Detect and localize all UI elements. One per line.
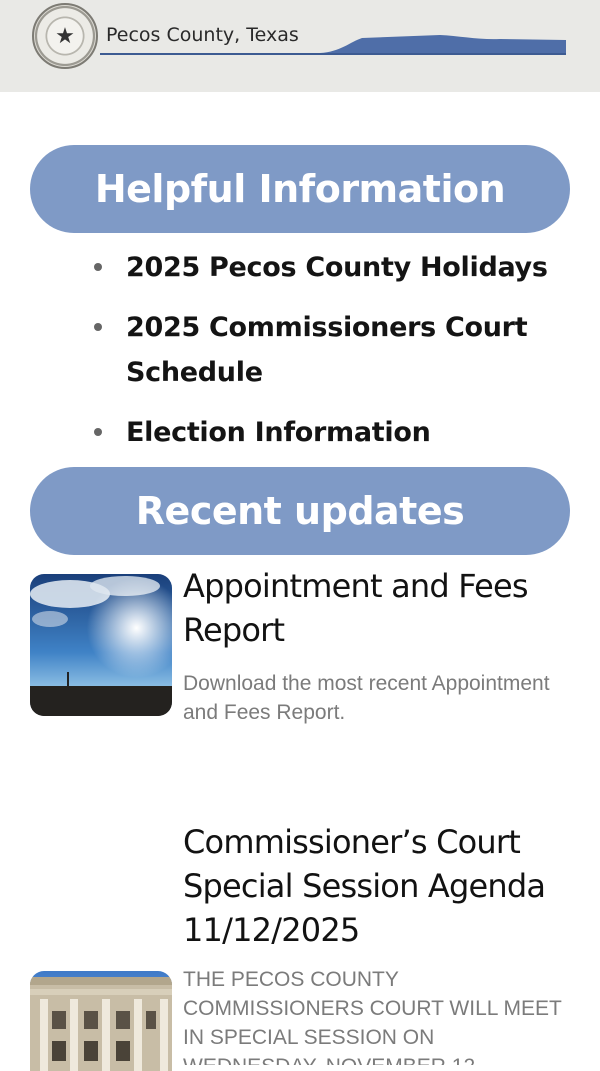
list-item: Election Information [88, 410, 558, 455]
post-excerpt: THE PECOS COUNTY COMMISSIONERS COURT WIL… [183, 968, 562, 1065]
post-thumbnail[interactable] [30, 574, 172, 716]
helpful-information-heading: Helpful Information [30, 145, 570, 233]
link-2025-holidays[interactable]: 2025 Pecos County Holidays [126, 252, 548, 283]
helpful-links-list: 2025 Pecos County Holidays 2025 Commissi… [88, 245, 558, 470]
post-title[interactable]: Appointment and Fees Report [183, 564, 570, 652]
post-title[interactable]: Commissioner’s Court Special Session Age… [183, 820, 570, 952]
bullet-icon [94, 428, 102, 436]
mesa-banner-icon [100, 35, 566, 55]
list-item: 2025 Commissioners Court Schedule [88, 305, 558, 395]
post-item: Commissioner’s Court Special Session Age… [30, 820, 570, 1071]
link-election-information[interactable]: Election Information [126, 417, 431, 448]
county-seal-icon[interactable]: ★ [32, 3, 98, 69]
post-thumbnail[interactable] [30, 971, 172, 1071]
bullet-icon [94, 323, 102, 331]
post-excerpt: Download the most recent Appointment and… [183, 672, 550, 724]
post-item: Appointment and Fees Report Download the… [30, 567, 570, 738]
recent-updates-heading: Recent updates [30, 467, 570, 555]
bullet-icon [94, 263, 102, 271]
seal-star: ★ [55, 23, 75, 48]
link-commissioners-court-schedule[interactable]: 2025 Commissioners Court Schedule [126, 312, 528, 388]
site-header: ★ Pecos County, Texas [0, 0, 600, 92]
list-item: 2025 Pecos County Holidays [88, 245, 558, 290]
